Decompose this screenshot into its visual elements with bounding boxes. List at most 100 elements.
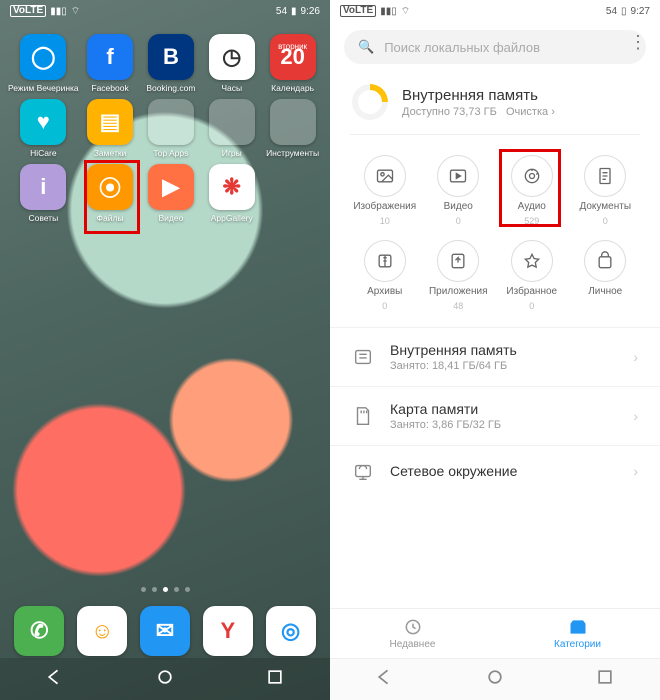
- dock-app[interactable]: ✉: [140, 606, 190, 656]
- wifi-icon: ⌔: [401, 5, 410, 18]
- net-icon: [352, 460, 374, 482]
- app-icon: ❋: [209, 164, 255, 210]
- app-заметки[interactable]: ▤Заметки: [81, 99, 140, 158]
- tab-recent[interactable]: Недавнее: [330, 609, 495, 658]
- home-screen: VoLTE ▮▮▯ ⌔ 54 ▮ 9:26 ◯Режим ВечеринкаfF…: [0, 0, 330, 700]
- home-button[interactable]: [485, 667, 505, 692]
- status-bar: VoLTE ▮▮▯ ⌔ 54 ▮ 9:26: [0, 0, 330, 22]
- category-safe[interactable]: Личное: [569, 240, 643, 311]
- app-инструменты[interactable]: Инструменты: [263, 99, 322, 158]
- app-видео[interactable]: ▶ Видео: [141, 164, 200, 223]
- app-label: Заметки: [94, 148, 127, 158]
- battery-icon: ▯: [621, 6, 627, 17]
- overflow-menu-button[interactable]: ⋮: [629, 32, 648, 53]
- category-count: 10: [380, 216, 390, 226]
- category-label: Приложения: [429, 286, 488, 297]
- location-title: Сетевое окружение: [390, 463, 517, 479]
- category-count: 0: [603, 216, 608, 226]
- archive-icon: [364, 240, 406, 282]
- app-label: Booking.com: [146, 83, 195, 93]
- cleanup-link[interactable]: Очистка ›: [506, 106, 555, 118]
- clock: 9:27: [631, 6, 650, 17]
- category-label: Документы: [579, 201, 631, 212]
- dock-app[interactable]: ✆: [14, 606, 64, 656]
- location-sd[interactable]: Карта памятиЗанято: 3,86 ГБ/32 ГБ›: [330, 386, 660, 445]
- doc-icon: [584, 155, 626, 197]
- chevron-right-icon: ›: [633, 463, 638, 479]
- app-режим-вечеринка[interactable]: ◯Режим Вечеринка: [8, 34, 79, 93]
- dock-app[interactable]: ☺: [77, 606, 127, 656]
- storage-available: Доступно 73,73 ГБ: [402, 106, 497, 118]
- battery-level: 54: [606, 6, 617, 17]
- battery-icon: ▮: [291, 6, 297, 17]
- clock: 9:26: [301, 6, 320, 17]
- category-video[interactable]: Видео0: [422, 155, 496, 226]
- dock-app[interactable]: Y: [203, 606, 253, 656]
- tab-recent-label: Недавнее: [390, 639, 436, 650]
- app-игры[interactable]: Игры: [202, 99, 261, 158]
- dock-app[interactable]: ◎: [266, 606, 316, 656]
- category-archive[interactable]: Архивы 0: [348, 240, 422, 311]
- highlight-box: [84, 160, 140, 234]
- app-icon: ◷: [209, 34, 255, 80]
- category-count: 48: [453, 301, 463, 311]
- bottom-tabs: Недавнее Категории: [330, 608, 660, 658]
- app-label: Facebook: [91, 83, 128, 93]
- app-icon: 20: [270, 34, 316, 80]
- app-label: Инструменты: [266, 148, 319, 158]
- apk-icon: [437, 240, 479, 282]
- calendar-day-label: вторник: [270, 42, 316, 51]
- app-label: HiCare: [30, 148, 56, 158]
- category-count: 0: [382, 301, 387, 311]
- search-icon: 🔍: [358, 39, 374, 55]
- app-календарь[interactable]: 20вторникКалендарь: [263, 34, 322, 93]
- category-audio[interactable]: Аудио529: [495, 155, 569, 226]
- page-indicator: [0, 587, 330, 592]
- storage-summary[interactable]: Внутренняя память Доступно 73,73 ГБ Очис…: [352, 84, 638, 120]
- recents-button[interactable]: [265, 667, 285, 692]
- sd-icon: [352, 405, 374, 427]
- app-советы[interactable]: i Советы: [8, 164, 79, 223]
- app-файлы[interactable]: ⦿Файлы: [81, 164, 140, 223]
- highlight-box: [499, 149, 561, 227]
- category-count: 0: [456, 216, 461, 226]
- app-label: Режим Вечеринка: [8, 83, 79, 93]
- app-icon: ▶: [148, 164, 194, 210]
- storage-title: Внутренняя память: [402, 87, 555, 104]
- back-button[interactable]: [375, 667, 395, 692]
- app-icon: i: [20, 164, 66, 210]
- app-booking.com[interactable]: BBooking.com: [141, 34, 200, 93]
- app-icon: [148, 99, 194, 145]
- app-facebook[interactable]: fFacebook: [81, 34, 140, 93]
- location-net[interactable]: Сетевое окружение ›: [330, 445, 660, 496]
- back-button[interactable]: [45, 667, 65, 692]
- app-часы[interactable]: ◷ Часы: [202, 34, 261, 93]
- tab-categories[interactable]: Категории: [495, 609, 660, 658]
- search-placeholder: Поиск локальных файлов: [384, 40, 540, 55]
- app-label: AppGallery: [211, 213, 253, 223]
- image-icon: [364, 155, 406, 197]
- category-doc[interactable]: Документы 0: [569, 155, 643, 226]
- recents-button[interactable]: [595, 667, 615, 692]
- signal-icon: ▮▮▯: [380, 6, 397, 17]
- app-label: Видео: [158, 213, 183, 223]
- wifi-icon: ⌔: [71, 5, 80, 18]
- nav-bar: [0, 658, 330, 700]
- app-appgallery[interactable]: ❋ AppGallery: [202, 164, 261, 223]
- category-image[interactable]: Изображения10: [348, 155, 422, 226]
- app-label: Советы: [28, 213, 58, 223]
- category-label: Архивы: [367, 286, 402, 297]
- category-fav[interactable]: Избранное0: [495, 240, 569, 311]
- home-button[interactable]: [155, 667, 175, 692]
- app-label: Часы: [221, 83, 242, 93]
- category-apk[interactable]: Приложения 48: [422, 240, 496, 311]
- fav-icon: [511, 240, 553, 282]
- app-icon: [270, 99, 316, 145]
- location-subtitle: Занято: 3,86 ГБ/32 ГБ: [390, 419, 501, 431]
- app-label: Игры: [222, 148, 242, 158]
- location-internal[interactable]: Внутренняя памятьЗанято: 18,41 ГБ/64 ГБ›: [330, 327, 660, 386]
- app-hicare[interactable]: ♥HiCare: [8, 99, 79, 158]
- app-top-apps[interactable]: Top Apps: [141, 99, 200, 158]
- status-bar: VoLTE ▮▮▯ ⌔ 54 ▯ 9:27: [330, 0, 660, 22]
- search-input[interactable]: 🔍 Поиск локальных файлов: [344, 30, 646, 64]
